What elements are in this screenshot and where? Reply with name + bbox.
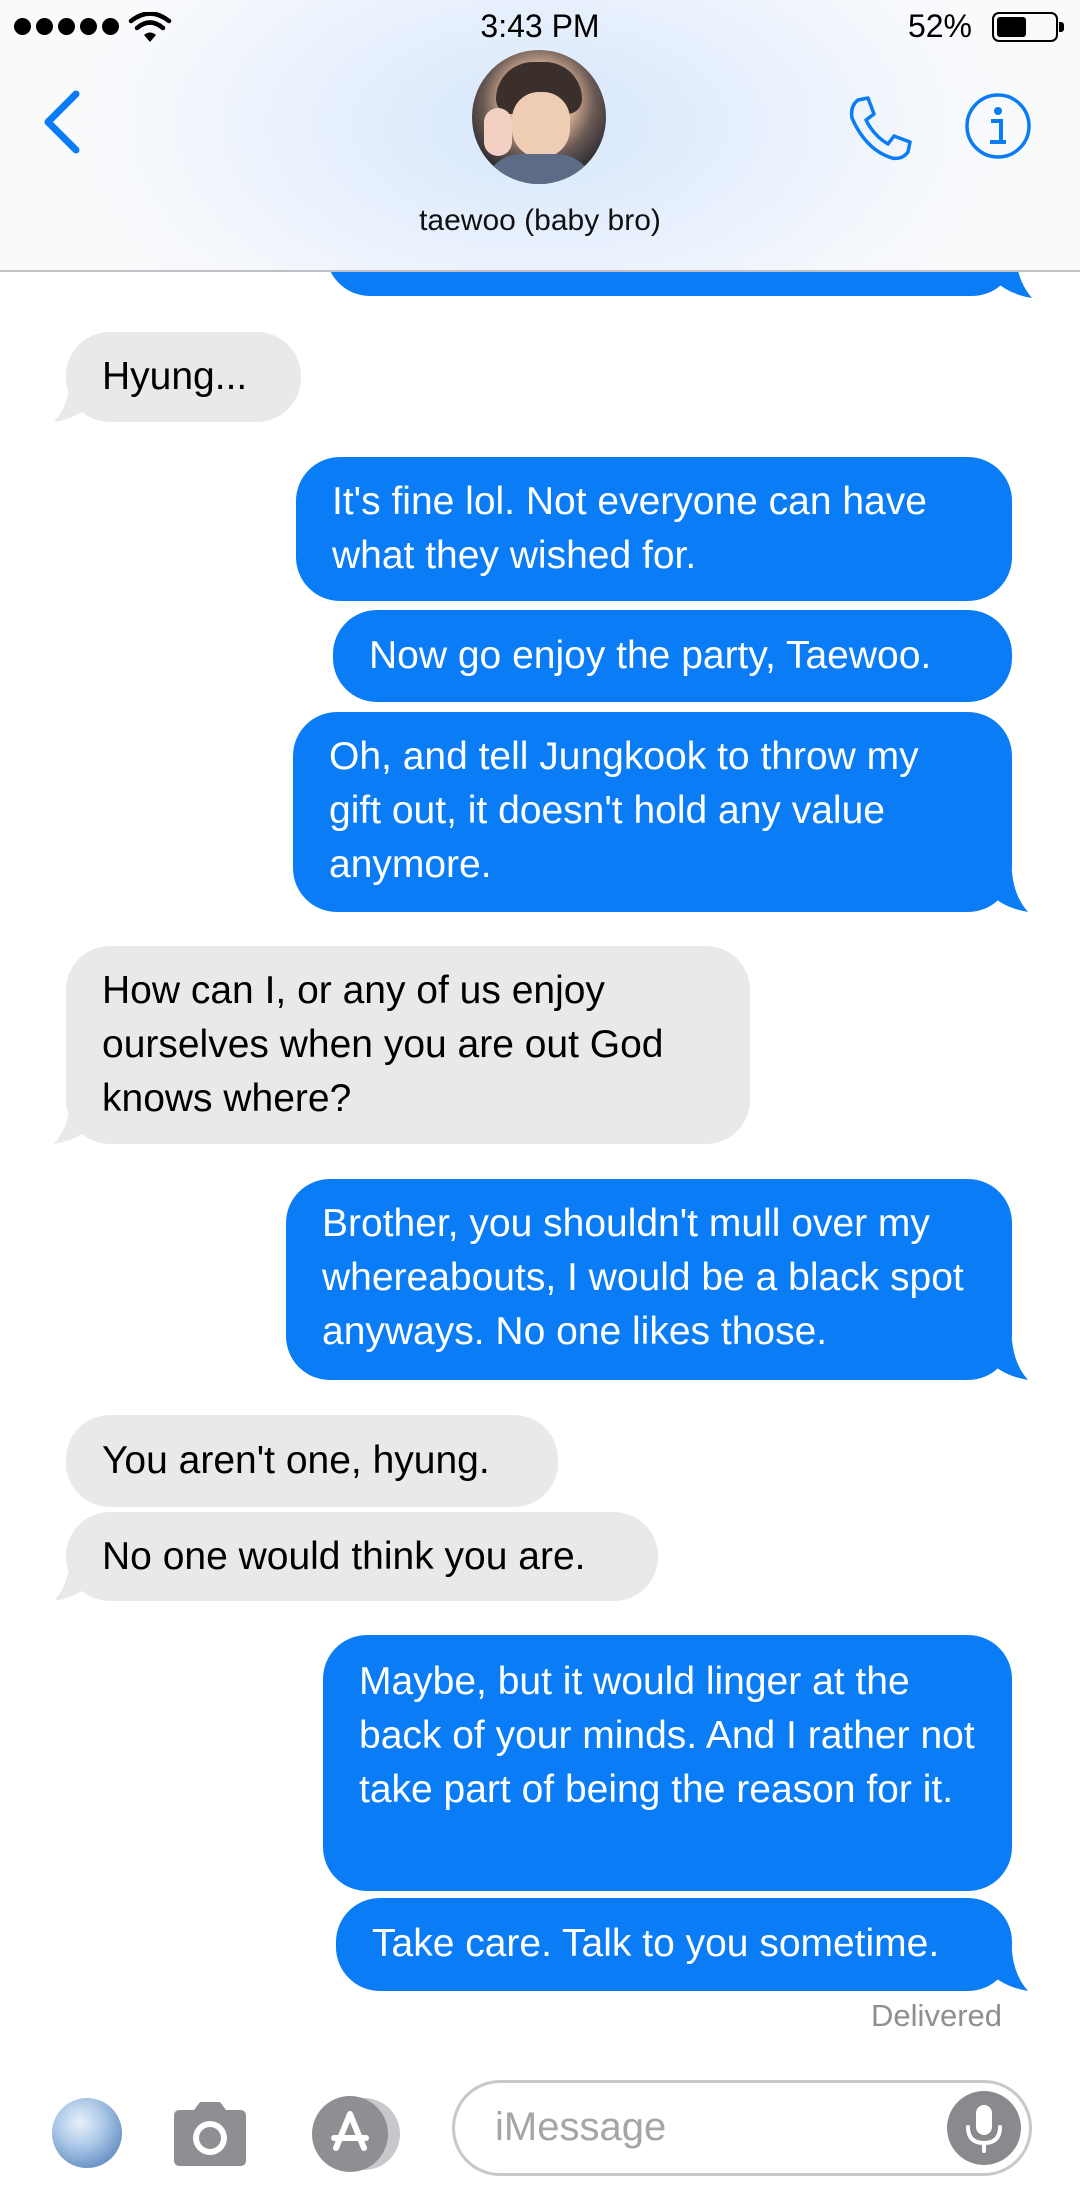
status-bar: 3:43 PM 52% <box>0 0 1080 52</box>
message-bubble-incoming[interactable]: No one would think you are. <box>66 1512 658 1601</box>
contact-name[interactable]: taewoo (baby bro) <box>0 204 1080 238</box>
bubble-tail <box>990 1951 1028 1991</box>
delivered-status: Delivered <box>871 1998 1002 2033</box>
message-bubble-incoming[interactable]: Hyung... <box>66 332 301 422</box>
phone-icon[interactable] <box>844 94 914 164</box>
message-text: No one would think you are. <box>102 1535 586 1578</box>
message-text: Now go enjoy the party, Taewoo. <box>369 634 932 677</box>
chevron-left-icon[interactable] <box>40 90 86 154</box>
message-bubble-outgoing[interactable]: Oh, and tell Jungkook to throw my gift o… <box>293 712 1012 912</box>
bubble-tail <box>54 382 92 422</box>
microphone-icon[interactable] <box>947 2091 1021 2165</box>
message-text: Brother, you shouldn't mull over my wher… <box>322 1202 964 1353</box>
bubble-tail <box>990 1340 1028 1380</box>
message-bubble-outgoing[interactable]: It's fine lol. Not everyone can have wha… <box>296 457 1012 601</box>
message-text: Maybe, but it would linger at the back o… <box>359 1660 975 1811</box>
info-icon[interactable] <box>964 92 1032 160</box>
contact-avatar[interactable] <box>472 50 606 184</box>
bubble-tail <box>54 1104 92 1144</box>
message-text: You aren't one, hyung. <box>102 1439 490 1482</box>
photos-icon[interactable] <box>52 2098 122 2168</box>
message-text: How can I, or any of us enjoy ourselves … <box>102 969 664 1120</box>
message-text: Oh, and tell Jungkook to throw my gift o… <box>329 735 919 886</box>
message-text: It's fine lol. Not everyone can have wha… <box>332 480 927 577</box>
message-bubble-incoming[interactable]: How can I, or any of us enjoy ourselves … <box>66 946 750 1144</box>
battery-icon <box>992 12 1064 42</box>
bubble-tail <box>54 1561 92 1601</box>
message-bubble-outgoing[interactable]: Now go enjoy the party, Taewoo. <box>333 610 1012 702</box>
bubble-tail <box>990 872 1028 912</box>
message-bubble-outgoing[interactable]: Maybe, but it would linger at the back o… <box>323 1635 1012 1891</box>
conversation-view[interactable]: Hyung... It's fine lol. Not everyone can… <box>0 0 1080 2190</box>
message-bubble-incoming[interactable]: You aren't one, hyung. <box>66 1415 558 1507</box>
message-bubble-outgoing[interactable]: Take care. Talk to you sometime. <box>336 1898 1012 1991</box>
message-text: Take care. Talk to you sometime. <box>372 1922 940 1965</box>
conversation-header: 3:43 PM 52% taewoo (baby bro) <box>0 0 1080 272</box>
battery-percent: 52% <box>907 8 972 44</box>
camera-icon[interactable] <box>168 2098 252 2170</box>
message-input-bar: iMessage <box>0 2070 1080 2190</box>
app-store-icon[interactable] <box>306 2094 408 2174</box>
imessage-input[interactable]: iMessage <box>452 2080 1032 2176</box>
message-bubble-outgoing[interactable]: Brother, you shouldn't mull over my wher… <box>286 1179 1012 1380</box>
message-text: Hyung... <box>102 355 248 398</box>
imessage-placeholder: iMessage <box>495 2105 667 2149</box>
